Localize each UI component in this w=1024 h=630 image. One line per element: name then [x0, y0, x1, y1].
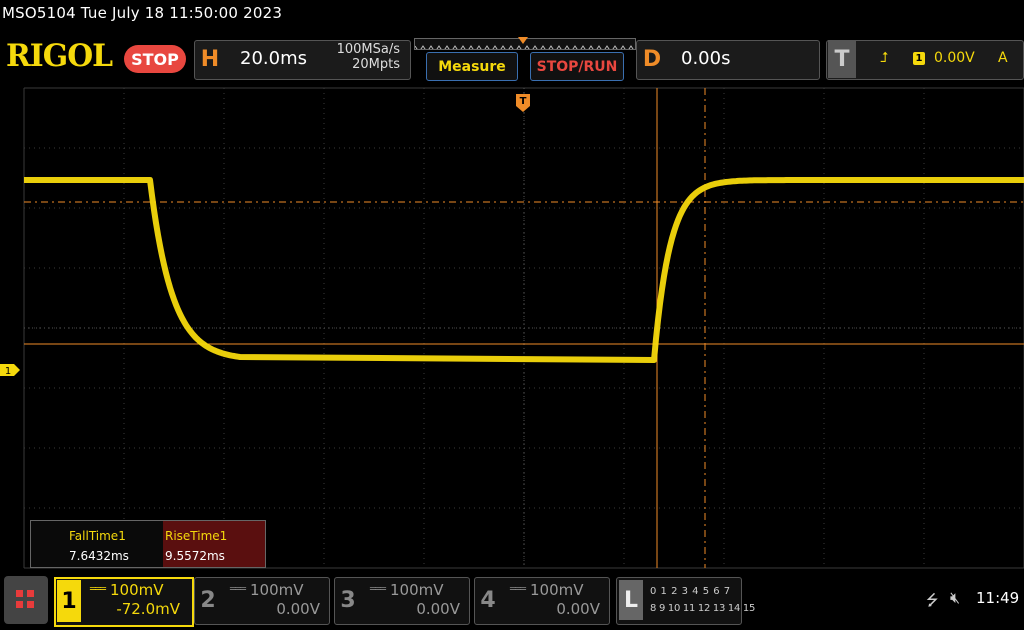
waveform-display[interactable]: T 1 [0, 86, 1024, 570]
channel3-offset: 0.00V [416, 600, 460, 618]
memory-depth: 20Mpts [352, 57, 400, 72]
trigger-position-marker-icon [518, 37, 528, 44]
rise-time-label: RiseTime1 [165, 529, 228, 543]
menu-grid-icon [27, 601, 34, 608]
trigger-label: T [828, 40, 856, 78]
logic-analyzer-label: L [619, 580, 643, 620]
logic-channels-low: 0 1 2 3 4 5 6 7 [650, 586, 731, 597]
trigger-mode: A [998, 50, 1008, 66]
trigger-time-marker-label: T [520, 96, 527, 107]
stop-run-button[interactable]: STOP/RUN [530, 52, 624, 81]
channel1-offset: -72.0mV [116, 600, 180, 618]
fall-time-value: 7.6432ms [69, 549, 129, 563]
dc-coupling-icon: ═══ [90, 584, 106, 595]
rigol-logo: RIGOL [6, 38, 113, 74]
speaker-muted-icon[interactable]: 🔇︎ [950, 588, 960, 608]
run-state-badge[interactable]: STOP [124, 45, 186, 73]
channel3-number: 3 [340, 587, 356, 613]
trigger-level-value: 0.00V [934, 50, 975, 66]
rise-time-value: 9.5572ms [165, 549, 225, 563]
system-clock: 11:49 [976, 589, 1020, 607]
channel2-scale: 100mV [250, 581, 304, 599]
rising-edge-icon: ⮥ [880, 50, 889, 66]
graticule [23, 87, 1024, 569]
channel4-number: 4 [480, 587, 496, 613]
memory-strip-pattern [415, 45, 634, 49]
menu-grid-icon [16, 601, 23, 608]
measure-button[interactable]: Measure [426, 52, 518, 81]
dc-coupling-icon: ═══ [370, 584, 386, 595]
measurement-results[interactable]: FallTime1 7.6432ms RiseTime1 9.5572ms [30, 520, 266, 568]
main-menu-button[interactable] [4, 576, 48, 624]
ch1-ground-marker[interactable]: 1 [0, 364, 20, 377]
usb-icon: ⭍ [926, 591, 939, 609]
menu-grid-icon [16, 590, 23, 597]
dc-coupling-icon: ═══ [230, 584, 246, 595]
channel1-scale: 100mV [110, 581, 164, 599]
ch1-ground-marker-label: 1 [5, 366, 11, 377]
channel1-number: 1 [57, 580, 81, 622]
delay-value: 0.00s [681, 48, 731, 69]
channel2-number: 2 [200, 587, 216, 613]
channel2-offset: 0.00V [276, 600, 320, 618]
acquisition-info: 100MSa/s 20Mpts [322, 42, 400, 72]
channel3-scale: 100mV [390, 581, 444, 599]
delay-label: D [642, 46, 662, 72]
fall-time-label: FallTime1 [69, 529, 126, 543]
horizontal-label: H [200, 46, 220, 72]
menu-grid-icon [27, 590, 34, 597]
channel4-offset: 0.00V [556, 600, 600, 618]
dc-coupling-icon: ═══ [510, 584, 526, 595]
time-scale-value: 20.0ms [240, 48, 307, 69]
trigger-source-badge: 1 [913, 52, 925, 65]
logic-channels-high: 8 9 10 11 12 13 14 15 [650, 603, 756, 614]
sample-rate: 100MSa/s [336, 42, 400, 57]
device-title-line: MSO5104 Tue July 18 11:50:00 2023 [2, 4, 283, 22]
trigger-time-marker[interactable]: T [516, 94, 530, 112]
channel4-scale: 100mV [530, 581, 584, 599]
